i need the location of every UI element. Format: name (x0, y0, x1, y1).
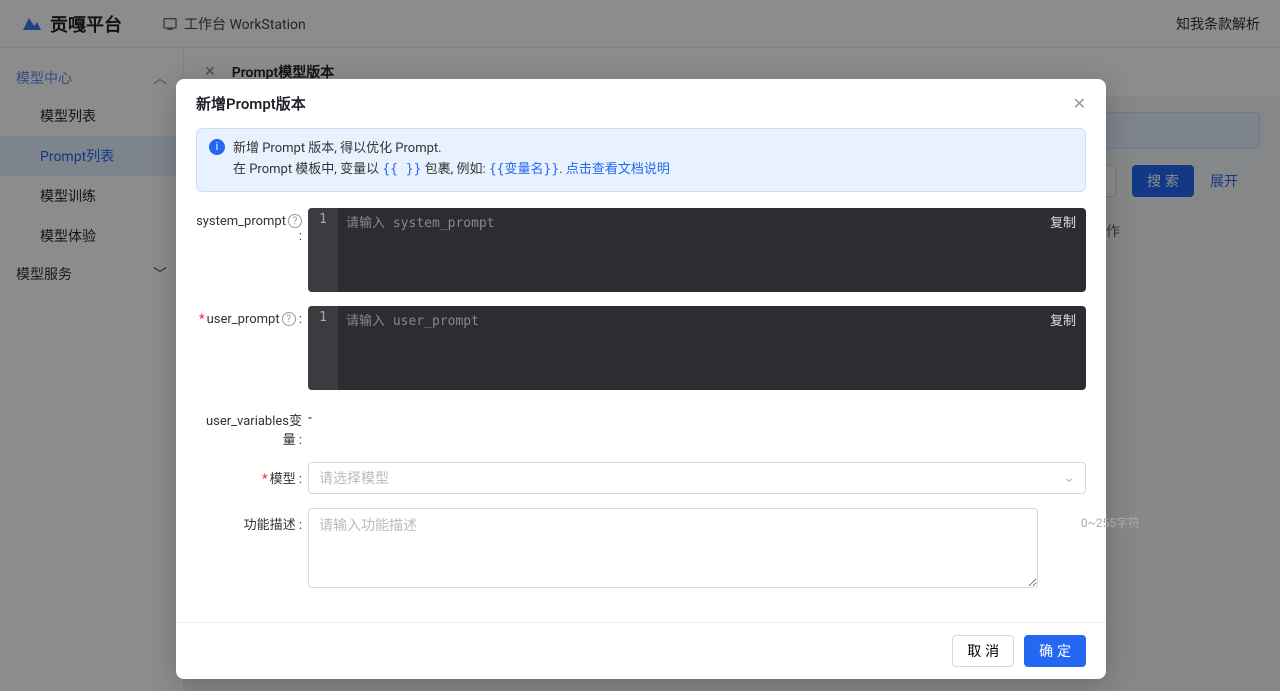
modal-close-icon[interactable]: ✕ (1073, 94, 1086, 113)
doc-link[interactable]: 点击查看文档说明 (566, 162, 670, 177)
copy-button[interactable]: 复制 (1050, 310, 1076, 329)
modal-title: 新增Prompt版本 (196, 93, 306, 114)
user-prompt-label: *user_prompt? : (196, 306, 308, 327)
user-variables-label: user_variables变量 : (196, 404, 308, 448)
copy-button[interactable]: 复制 (1050, 212, 1076, 231)
model-select[interactable]: 请选择模型 ⌄ (308, 462, 1086, 494)
help-icon[interactable]: ? (288, 214, 302, 228)
user-prompt-editor[interactable]: 1 请输入 user_prompt 复制 (308, 306, 1086, 390)
char-count-hint: 0~255字符 (1081, 514, 1140, 531)
line-number: 1 (308, 306, 338, 390)
system-prompt-label: system_prompt? : (196, 208, 308, 244)
ok-button[interactable]: 确 定 (1024, 635, 1086, 667)
cancel-button[interactable]: 取 消 (952, 635, 1014, 667)
help-icon[interactable]: ? (282, 312, 296, 326)
info-icon: i (209, 139, 225, 155)
desc-textarea[interactable] (308, 508, 1038, 588)
desc-label: 功能描述 : (196, 508, 308, 533)
user-variables-value: - (308, 404, 1086, 426)
line-number: 1 (308, 208, 338, 292)
modal-info-box: i 新增 Prompt 版本, 得以优化 Prompt. 在 Prompt 模板… (196, 128, 1086, 192)
system-prompt-editor[interactable]: 1 请输入 system_prompt 复制 (308, 208, 1086, 292)
chevron-down-icon: ⌄ (1063, 470, 1075, 486)
add-prompt-modal: 新增Prompt版本 ✕ i 新增 Prompt 版本, 得以优化 Prompt… (176, 79, 1106, 679)
model-label: *模型 : (196, 462, 308, 487)
